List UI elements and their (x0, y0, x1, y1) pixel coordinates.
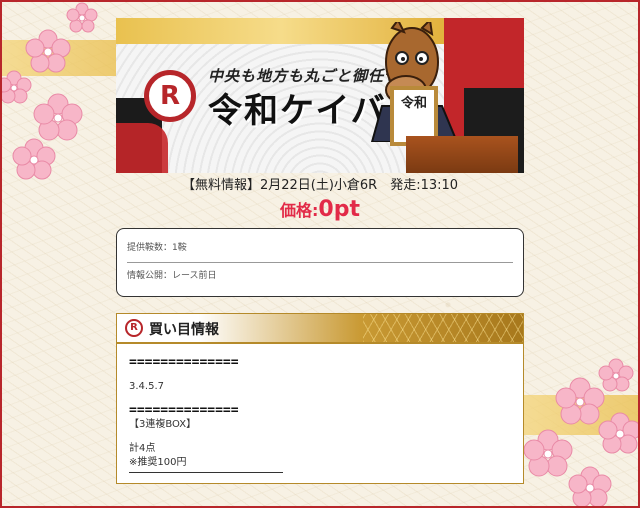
cherry-blossom-decoration-right (523, 358, 640, 508)
price-display: 価格:0pt (116, 197, 524, 222)
separator-line-2: ============== (129, 403, 239, 418)
podium (406, 136, 518, 173)
detail-row-release: 情報公開：レース前日 (127, 262, 513, 290)
site-brand-title: 令和ケイバ (208, 91, 387, 131)
race-details-box: 提供鞍数：1鞍 情報公開：レース前日 (116, 228, 524, 297)
bet-type: 【3連複BOX】 (129, 419, 197, 430)
price-label: 価格: (280, 201, 319, 220)
bet-total: 計4点 (129, 443, 156, 454)
banner-red-corner (116, 123, 168, 173)
bet-recommendation: ※推奨100円 (129, 457, 187, 468)
reiwa-r-icon: R (125, 319, 143, 337)
asanoha-pattern (363, 314, 523, 342)
betting-info-header: R 買い目情報 (117, 314, 523, 344)
reiwa-logo-icon: R (144, 70, 196, 122)
horse-numbers: 3.4.5.7 (129, 381, 164, 392)
race-info-text: 【無料情報】2月22日(土)小倉6R 発走:13:10 (181, 178, 459, 193)
betting-info-title: 買い目情報 (149, 322, 219, 338)
detail-row-races: 提供鞍数：1鞍 (127, 243, 187, 253)
divider (129, 472, 283, 473)
site-banner[interactable]: R 中央も地方も丸ごと御任せ! 令和ケイバ 令和 (116, 18, 524, 173)
separator-line-1: ============== (129, 355, 239, 370)
betting-info-body: ============== 3.4.5.7 ============== 【3… (117, 344, 523, 483)
cherry-blossom-decoration-left (0, 2, 98, 180)
betting-info-panel: R 買い目情報 ============== 3.4.5.7 =========… (116, 313, 524, 484)
price-value: 0pt (318, 197, 360, 222)
main-content: R 中央も地方も丸ごと御任せ! 令和ケイバ 令和 【無料情報】2月22日(土)小… (116, 18, 524, 484)
